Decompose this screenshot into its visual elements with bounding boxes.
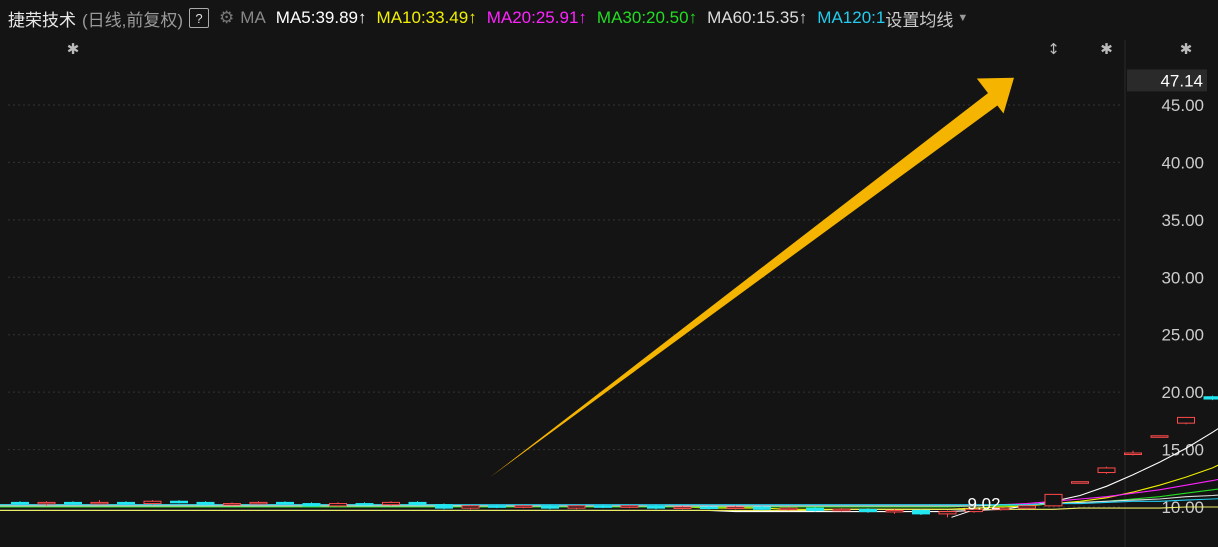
candle-body — [249, 501, 268, 505]
candle-body — [223, 503, 241, 506]
candle-body — [435, 504, 453, 509]
candle-body — [276, 501, 294, 505]
event-marker: ✱ — [1180, 40, 1193, 58]
candle-body — [1150, 435, 1169, 438]
candle-body — [302, 503, 321, 507]
candle-body — [938, 511, 957, 515]
ma-line-ma20 — [0, 478, 1218, 507]
candle-body — [567, 505, 586, 509]
ma-line-ma120 — [0, 498, 1218, 506]
candle-body — [647, 505, 665, 509]
y-tick-label: 45.00 — [1161, 96, 1204, 115]
candle-body — [859, 508, 877, 513]
event-marker: ✱ — [1100, 40, 1113, 58]
ma-line-ma60 — [0, 494, 1218, 507]
candle-body — [1203, 396, 1218, 400]
candle-body — [700, 506, 718, 509]
y-tick-label: 30.00 — [1161, 268, 1204, 287]
candle-body — [117, 501, 135, 505]
y-tick-label: 20.00 — [1161, 383, 1204, 402]
candle-body — [329, 503, 347, 507]
candle-body — [912, 509, 930, 515]
candle-body — [1071, 481, 1089, 484]
candle-body — [1124, 452, 1142, 456]
event-marker: ↕ — [1047, 40, 1060, 58]
candle-body — [673, 506, 692, 509]
candle-body — [408, 501, 427, 506]
ma-line-ma10 — [0, 464, 1218, 510]
candle-body — [726, 506, 745, 509]
candle-body — [620, 505, 639, 508]
ma-line-ma5 — [0, 428, 1218, 513]
candle-body — [355, 503, 374, 506]
candle-body — [170, 500, 188, 504]
candle-body — [514, 505, 533, 508]
candle-body — [806, 507, 824, 511]
candle-body — [488, 505, 506, 508]
candle-body — [64, 501, 82, 505]
candle-body — [1097, 467, 1116, 474]
low-label: 9.02 — [968, 494, 1001, 513]
event-marker: ✱ — [67, 40, 80, 58]
current-price-label: 47.14 — [1160, 71, 1203, 90]
y-tick-label: 35.00 — [1161, 211, 1204, 230]
candle-body — [143, 500, 162, 505]
candle-body — [196, 501, 215, 506]
candle-body — [1177, 416, 1195, 424]
candle-body — [461, 505, 480, 509]
candle-body — [1018, 505, 1036, 509]
candle-body — [11, 501, 29, 505]
candle-body — [779, 507, 798, 511]
candlestick-chart[interactable]: 45.0040.0035.0030.0025.0020.0015.0010.00… — [0, 0, 1218, 547]
candle-body — [541, 505, 559, 509]
candle-body — [885, 509, 904, 513]
candle-body — [382, 501, 400, 506]
y-tick-label: 40.00 — [1161, 153, 1204, 172]
candle-body — [1044, 493, 1063, 507]
candle-body — [832, 508, 851, 512]
candle-body — [37, 501, 56, 505]
ma-line-ma30 — [0, 488, 1218, 508]
y-tick-label: 25.00 — [1161, 326, 1204, 345]
candle-body — [90, 501, 109, 505]
candle-body — [753, 506, 771, 510]
candle-body — [594, 505, 612, 508]
